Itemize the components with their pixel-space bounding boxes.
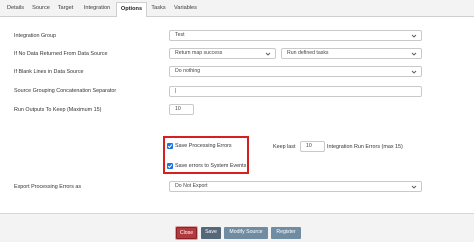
- chevron-down-icon: [411, 69, 417, 75]
- concat-separator-label: Source Grouping Concatenation Separator: [14, 88, 117, 94]
- save-processing-errors-checkbox[interactable]: [167, 143, 173, 149]
- keep-last-input[interactable]: 10: [300, 141, 325, 152]
- tab-integration[interactable]: Integration: [78, 2, 116, 17]
- no-data-label: If No Data Returned From Data Source: [14, 51, 108, 57]
- register-button[interactable]: Register: [271, 227, 301, 239]
- blank-lines-select[interactable]: Do nothing: [169, 66, 422, 77]
- no-data-task-value: Run defined tasks: [287, 50, 329, 56]
- chevron-down-icon: [411, 184, 417, 190]
- no-data-select[interactable]: Return map success: [169, 48, 276, 59]
- save-system-events-checkbox[interactable]: [167, 163, 173, 169]
- tab-bar: Details Source Target Integration Option…: [0, 0, 474, 18]
- export-errors-label: Export Processing Errors as: [14, 184, 82, 190]
- save-system-events-label: Save errors to System Events: [175, 163, 247, 169]
- close-button[interactable]: Close: [176, 227, 197, 239]
- chevron-down-icon: [411, 33, 417, 39]
- integration-group-value: Test: [175, 32, 185, 38]
- tab-variables[interactable]: Variables: [170, 2, 201, 17]
- integration-group-label: Integration Group: [14, 33, 56, 39]
- chevron-down-icon: [265, 51, 271, 57]
- export-errors-value: Do Not Export: [175, 183, 208, 189]
- blank-lines-label: If Blank Lines in Data Source: [14, 69, 84, 75]
- blank-lines-value: Do nothing: [175, 68, 201, 74]
- run-outputs-input[interactable]: 10: [169, 104, 194, 115]
- integration-group-select[interactable]: Test: [169, 30, 422, 41]
- save-processing-errors-label: Save Processing Errors: [175, 143, 232, 149]
- keep-last-suffix: Integration Run Errors (max 15): [327, 144, 403, 150]
- export-errors-select[interactable]: Do Not Export: [169, 181, 422, 192]
- checkmark-icon: [167, 144, 173, 149]
- tab-details[interactable]: Details: [2, 2, 29, 17]
- tab-target[interactable]: Target: [53, 2, 78, 17]
- no-data-value: Return map success: [175, 50, 223, 56]
- modify-source-button[interactable]: Modify Source: [224, 227, 268, 239]
- keep-last-label: Keep last: [273, 144, 296, 150]
- tab-source[interactable]: Source: [29, 2, 53, 17]
- tab-tasks[interactable]: Tasks: [147, 2, 170, 17]
- tab-options[interactable]: Options: [116, 2, 147, 18]
- checkmark-icon: [167, 164, 173, 169]
- concat-separator-input[interactable]: |: [169, 86, 422, 97]
- no-data-task-select[interactable]: Run defined tasks: [281, 48, 422, 59]
- save-button[interactable]: Save: [201, 227, 221, 239]
- run-outputs-label: Run Outputs To Keep (Maximum 15): [14, 107, 102, 113]
- chevron-down-icon: [411, 51, 417, 57]
